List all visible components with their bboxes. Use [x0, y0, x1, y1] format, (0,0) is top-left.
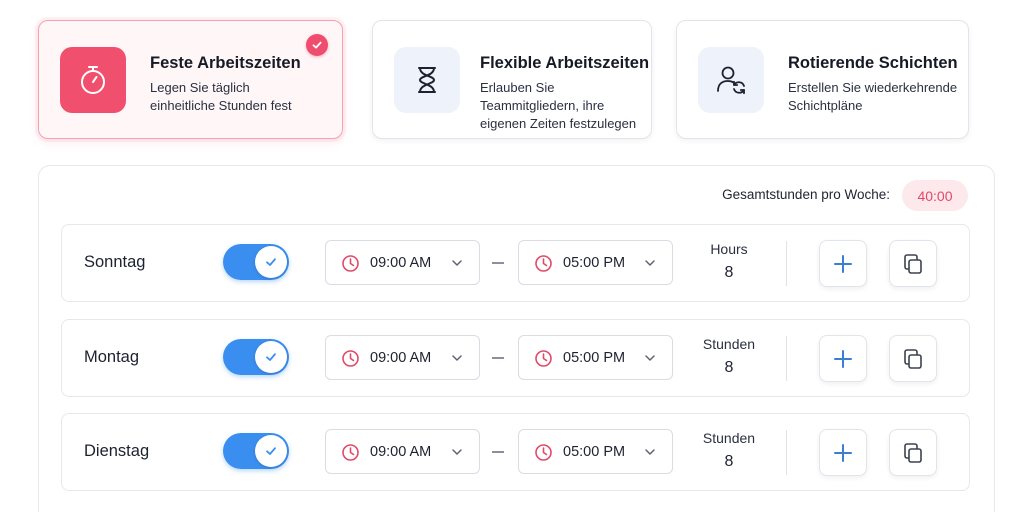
copy-day-button[interactable] [889, 335, 937, 382]
end-time-value: 05:00 PM [563, 350, 626, 366]
day-row-montag: Montag 09:00 AM 05:00 PM Stunden 8 [61, 319, 970, 397]
card-description-line: Legen Sie täglich [150, 80, 250, 95]
card-description: Erstellen Sie wiederkehrende Schichtplän… [788, 79, 957, 115]
hours-label: Stunden [702, 336, 756, 352]
card-title: Rotierende Schichten [788, 54, 958, 72]
hours-label: Hours [710, 241, 748, 257]
start-time-select[interactable]: 09:00 AM [325, 335, 480, 380]
hours-value: 8 [724, 359, 734, 376]
end-time-value: 05:00 PM [563, 444, 626, 460]
end-time-select[interactable]: 05:00 PM [518, 429, 673, 474]
day-enabled-toggle[interactable] [223, 433, 289, 469]
add-shift-button[interactable] [819, 429, 867, 476]
clock-icon [342, 444, 359, 461]
hours-value: 8 [724, 453, 734, 470]
day-enabled-toggle[interactable] [223, 339, 289, 375]
start-time-value: 09:00 AM [370, 444, 432, 460]
time-range-separator [492, 451, 504, 453]
copy-day-button[interactable] [889, 429, 937, 476]
total-hours-label: Gesamtstunden pro Woche: [722, 187, 890, 202]
hourglass-icon [394, 47, 460, 113]
start-time-value: 09:00 AM [370, 350, 432, 366]
start-time-select[interactable]: 09:00 AM [325, 240, 480, 285]
plus-icon [834, 443, 852, 462]
total-hours-badge: 40:00 [902, 180, 968, 211]
check-icon [255, 246, 287, 278]
chevron-down-icon [645, 355, 655, 361]
chevron-down-icon [645, 260, 655, 266]
card-description-line: eigenen Zeiten festzulegen [480, 116, 637, 131]
selected-check-icon [306, 34, 328, 56]
copy-icon [904, 348, 922, 369]
clock-icon [342, 350, 359, 367]
end-time-value: 05:00 PM [563, 255, 626, 271]
day-row-dienstag: Dienstag 09:00 AM 05:00 PM Stunden 8 [61, 413, 970, 491]
end-time-select[interactable]: 05:00 PM [518, 240, 673, 285]
copy-icon [904, 253, 922, 274]
card-description-line: Erstellen Sie wiederkehrende [788, 80, 958, 95]
time-range-separator [492, 357, 504, 359]
divider [786, 430, 787, 475]
divider [786, 336, 787, 381]
clock-icon [342, 255, 359, 272]
divider [786, 241, 787, 286]
hours-label: Stunden [702, 430, 756, 446]
check-icon [255, 341, 287, 373]
day-row-sonntag: Sonntag 09:00 AM 05:00 PM Hours 8 [61, 224, 970, 302]
time-range-separator [492, 262, 504, 264]
card-description-line: einheitliche Stunden fest [150, 98, 292, 113]
day-hours: Stunden 8 [689, 430, 769, 471]
clock-icon [535, 255, 552, 272]
schedule-type-card-rotating[interactable]: Rotierende Schichten Erstellen Sie wiede… [676, 20, 969, 139]
weekly-schedule-panel: Gesamtstunden pro Woche: 40:00 Sonntag 0… [38, 165, 995, 512]
chevron-down-icon [452, 449, 462, 455]
card-title: Feste Arbeitszeiten [150, 54, 301, 72]
day-hours: Stunden 8 [689, 336, 769, 377]
check-icon [255, 435, 287, 467]
day-name: Sonntag [84, 253, 146, 271]
schedule-type-card-flexible[interactable]: Flexible Arbeitszeiten Erlauben Sie Team… [372, 20, 652, 139]
day-name: Dienstag [84, 442, 150, 460]
plus-icon [834, 254, 852, 273]
hours-value: 8 [724, 264, 734, 281]
card-description-line: Schichtpläne [788, 98, 863, 113]
add-shift-button[interactable] [819, 240, 867, 287]
day-hours: Hours 8 [689, 241, 769, 282]
card-description: Legen Sie täglich einheitliche Stunden f… [150, 79, 292, 115]
card-title: Flexible Arbeitszeiten [480, 54, 650, 72]
chevron-down-icon [452, 260, 462, 266]
card-description-line: Erlauben Sie [480, 80, 555, 95]
start-time-value: 09:00 AM [370, 255, 432, 271]
card-description-line: Teammitgliedern, ihre [480, 98, 605, 113]
end-time-select[interactable]: 05:00 PM [518, 335, 673, 380]
chevron-down-icon [452, 355, 462, 361]
user-rotate-icon [698, 47, 764, 113]
stopwatch-icon [60, 47, 126, 113]
day-enabled-toggle[interactable] [223, 244, 289, 280]
add-shift-button[interactable] [819, 335, 867, 382]
copy-icon [904, 442, 922, 463]
clock-icon [535, 444, 552, 461]
chevron-down-icon [645, 449, 655, 455]
day-name: Montag [84, 348, 140, 366]
schedule-type-card-fixed[interactable]: Feste Arbeitszeiten Legen Sie täglich ei… [38, 20, 343, 139]
card-description: Erlauben Sie Teammitgliedern, ihre eigen… [480, 79, 636, 133]
clock-icon [535, 350, 552, 367]
copy-day-button[interactable] [889, 240, 937, 287]
plus-icon [834, 349, 852, 368]
start-time-select[interactable]: 09:00 AM [325, 429, 480, 474]
